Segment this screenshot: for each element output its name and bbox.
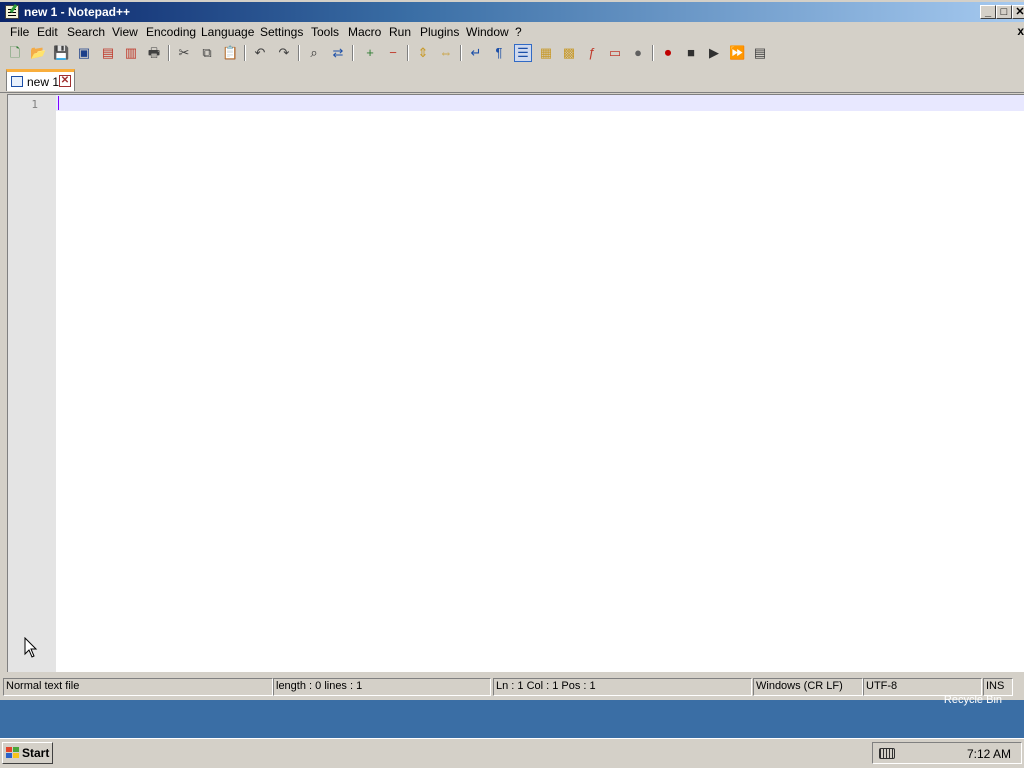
notepadpp-window: new 1 - Notepad++ _ □ ✕ File Edit Search… <box>0 0 1024 700</box>
close-icon[interactable]: ▤ <box>100 45 116 61</box>
menu-macro[interactable]: Macro <box>348 25 381 39</box>
minimize-button[interactable]: _ <box>980 5 996 19</box>
toolbar-separator <box>298 45 299 61</box>
status-file-type: Normal text file <box>3 678 273 696</box>
line-number: 1 <box>31 98 38 111</box>
toolbar-separator <box>407 45 408 61</box>
menu-tools[interactable]: Tools <box>311 25 339 39</box>
current-line-highlight <box>56 95 1024 111</box>
toolbar: 🗋 📂 💾 ▣ ▤ ▥ 🖶 ✂ ⧉ 📋 ↶ ↷ ⌕ ⇄ + − ⇕ ⇔ ↵ ¶ … <box>0 42 1024 64</box>
print-icon[interactable]: 🖶 <box>146 45 162 61</box>
toolbar-separator <box>168 45 169 61</box>
redo-icon[interactable]: ↷ <box>276 45 292 61</box>
text-caret <box>58 96 59 110</box>
menu-run[interactable]: Run <box>389 25 411 39</box>
stop-record-icon[interactable]: ■ <box>683 45 699 61</box>
line-number-gutter[interactable]: 1 <box>8 95 56 672</box>
user-lang-icon[interactable]: ▦ <box>538 45 554 61</box>
word-wrap-icon[interactable]: ↵ <box>468 45 484 61</box>
menu-plugins[interactable]: Plugins <box>420 25 459 39</box>
monitoring-icon[interactable]: ● <box>630 45 646 61</box>
start-button[interactable]: Start <box>2 742 53 764</box>
replace-icon[interactable]: ⇄ <box>330 45 346 61</box>
indent-guide-icon[interactable]: ☰ <box>514 44 532 62</box>
keyboard-icon[interactable] <box>879 748 895 759</box>
new-file-icon[interactable]: 🗋 <box>7 45 23 61</box>
menu-language[interactable]: Language <box>201 25 254 39</box>
copy-icon[interactable]: ⧉ <box>199 45 215 61</box>
tab-label: new 1 <box>27 75 60 89</box>
toolbar-separator <box>352 45 353 61</box>
menu-search[interactable]: Search <box>67 25 105 39</box>
close-document-x[interactable]: x <box>1017 24 1024 38</box>
sync-vertical-icon[interactable]: ⇕ <box>415 45 431 61</box>
clock[interactable]: 7:12 AM <box>967 747 1011 761</box>
status-length: length : 0 lines : 1 <box>273 678 491 696</box>
function-list-icon[interactable]: ƒ <box>584 45 600 61</box>
doc-map-icon[interactable]: ▩ <box>561 45 577 61</box>
menu-file[interactable]: File <box>10 25 29 39</box>
play-macro-icon[interactable]: ▶ <box>706 45 722 61</box>
save-all-icon[interactable]: ▣ <box>76 45 92 61</box>
system-tray: 7:12 AM <box>872 742 1022 764</box>
find-icon[interactable]: ⌕ <box>306 45 322 61</box>
tab-new-1[interactable]: new 1 ✕ <box>6 69 75 91</box>
menu-encoding[interactable]: Encoding <box>146 25 196 39</box>
menu-window[interactable]: Window <box>466 25 509 39</box>
zoom-out-icon[interactable]: − <box>385 45 401 61</box>
folder-workspace-icon[interactable]: ▭ <box>607 45 623 61</box>
tab-close-icon[interactable]: ✕ <box>59 75 71 87</box>
window-title: new 1 - Notepad++ <box>24 5 131 19</box>
toolbar-separator <box>244 45 245 61</box>
status-eol[interactable]: Windows (CR LF) <box>753 678 863 696</box>
start-label: Start <box>22 746 50 760</box>
tab-bar: new 1 ✕ <box>0 67 1024 93</box>
menu-help[interactable]: ? <box>515 25 522 39</box>
toolbar-separator <box>460 45 461 61</box>
recycle-bin-label[interactable]: Recycle Bin <box>944 694 1002 706</box>
mouse-pointer-icon <box>24 637 38 658</box>
close-all-icon[interactable]: ▥ <box>123 45 139 61</box>
notepadpp-icon[interactable] <box>5 5 19 19</box>
document-icon <box>11 76 23 87</box>
menu-view[interactable]: View <box>112 25 138 39</box>
status-position: Ln : 1 Col : 1 Pos : 1 <box>493 678 752 696</box>
title-bar[interactable]: new 1 - Notepad++ _ □ ✕ <box>0 2 1024 22</box>
save-icon[interactable]: 💾 <box>53 45 69 61</box>
show-all-chars-icon[interactable]: ¶ <box>491 45 507 61</box>
save-macro-icon[interactable]: ▤ <box>752 45 768 61</box>
status-bar: Normal text file length : 0 lines : 1 Ln… <box>0 676 1024 698</box>
paste-icon[interactable]: 📋 <box>222 45 238 61</box>
undo-icon[interactable]: ↶ <box>252 45 268 61</box>
cut-icon[interactable]: ✂ <box>176 45 192 61</box>
taskbar: Start 7:12 AM <box>0 738 1024 768</box>
record-macro-icon[interactable]: ⏺ <box>660 45 676 61</box>
menu-edit[interactable]: Edit <box>37 25 58 39</box>
toolbar-separator <box>652 45 653 61</box>
menu-bar: File Edit Search View Encoding Language … <box>0 22 1024 42</box>
text-editor[interactable]: 1 <box>7 94 1024 672</box>
windows-flag-icon <box>6 747 19 758</box>
open-file-icon[interactable]: 📂 <box>30 45 46 61</box>
sync-horizontal-icon[interactable]: ⇔ <box>438 45 454 61</box>
maximize-button[interactable]: □ <box>996 5 1012 19</box>
run-macro-multiple-icon[interactable]: ⏩ <box>729 45 745 61</box>
close-window-button[interactable]: ✕ <box>1012 5 1024 19</box>
menu-settings[interactable]: Settings <box>260 25 303 39</box>
zoom-in-icon[interactable]: + <box>362 45 378 61</box>
